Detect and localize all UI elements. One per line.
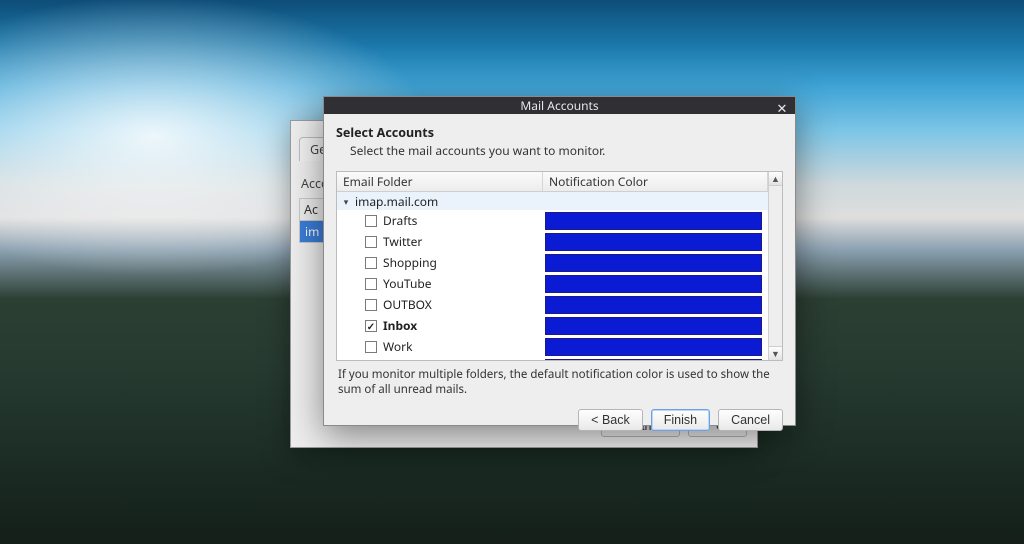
scroll-down-arrow-icon[interactable]: ▼ xyxy=(769,346,782,360)
folder-name: YouTube xyxy=(383,275,432,292)
folder-checkbox[interactable] xyxy=(365,236,377,248)
folder-row[interactable]: Shopping xyxy=(337,252,768,273)
cancel-button[interactable]: Cancel xyxy=(718,409,783,431)
column-header-folder[interactable]: Email Folder xyxy=(337,172,543,191)
folder-row[interactable]: ✓ Inbox xyxy=(337,315,768,336)
titlebar[interactable]: Mail Accounts ✕ xyxy=(324,97,795,114)
folder-checkbox[interactable]: ✓ xyxy=(365,320,377,332)
folder-name: OUTBOX xyxy=(383,296,432,313)
account-row[interactable]: ▾ imap.mail.com xyxy=(337,192,768,210)
notification-color-swatch[interactable] xyxy=(545,359,762,361)
vertical-scrollbar[interactable]: ▲ ▼ xyxy=(768,172,782,360)
finish-button[interactable]: Finish xyxy=(651,409,710,431)
folder-row[interactable]: OUTBOX xyxy=(337,294,768,315)
tree-collapse-icon[interactable]: ▾ xyxy=(341,195,351,208)
notification-color-swatch[interactable] xyxy=(545,254,762,272)
mail-accounts-dialog: Mail Accounts ✕ Select Accounts Select t… xyxy=(323,96,796,426)
folders-table: Email Folder Notification Color ▾ imap.ma… xyxy=(336,171,783,361)
column-header-color[interactable]: Notification Color xyxy=(543,172,768,191)
folder-name: Inbox xyxy=(383,317,417,334)
folder-checkbox[interactable] xyxy=(365,257,377,269)
close-icon: ✕ xyxy=(777,99,788,117)
folder-row[interactable]: Work xyxy=(337,336,768,357)
page-subheading: Select the mail accounts you want to mon… xyxy=(350,142,783,159)
notification-color-swatch[interactable] xyxy=(545,212,762,230)
notification-color-swatch[interactable] xyxy=(545,275,762,293)
folder-checkbox[interactable] xyxy=(365,215,377,227)
folder-name: Work xyxy=(383,338,413,355)
dialog-title: Mail Accounts xyxy=(520,97,598,114)
scroll-up-arrow-icon[interactable]: ▲ xyxy=(769,172,782,186)
notification-color-swatch[interactable] xyxy=(545,296,762,314)
folder-checkbox[interactable] xyxy=(365,278,377,290)
folder-name: Drafts xyxy=(383,212,417,229)
close-button[interactable]: ✕ xyxy=(773,99,791,117)
hint-text: If you monitor multiple folders, the def… xyxy=(338,367,781,397)
folder-row[interactable]: YouTube xyxy=(337,273,768,294)
folder-name: Ranking xyxy=(383,359,429,360)
notification-color-swatch[interactable] xyxy=(545,317,762,335)
notification-color-swatch[interactable] xyxy=(545,233,762,251)
folder-row[interactable]: Drafts xyxy=(337,210,768,231)
account-name: imap.mail.com xyxy=(355,193,438,210)
back-button[interactable]: < Back xyxy=(578,409,643,431)
folder-row[interactable]: Ranking xyxy=(337,357,768,360)
page-heading: Select Accounts xyxy=(336,124,783,141)
folder-checkbox[interactable] xyxy=(365,341,377,353)
folder-name: Shopping xyxy=(383,254,437,271)
folder-checkbox[interactable] xyxy=(365,299,377,311)
folder-row[interactable]: Twitter xyxy=(337,231,768,252)
folder-name: Twitter xyxy=(383,233,422,250)
notification-color-swatch[interactable] xyxy=(545,338,762,356)
